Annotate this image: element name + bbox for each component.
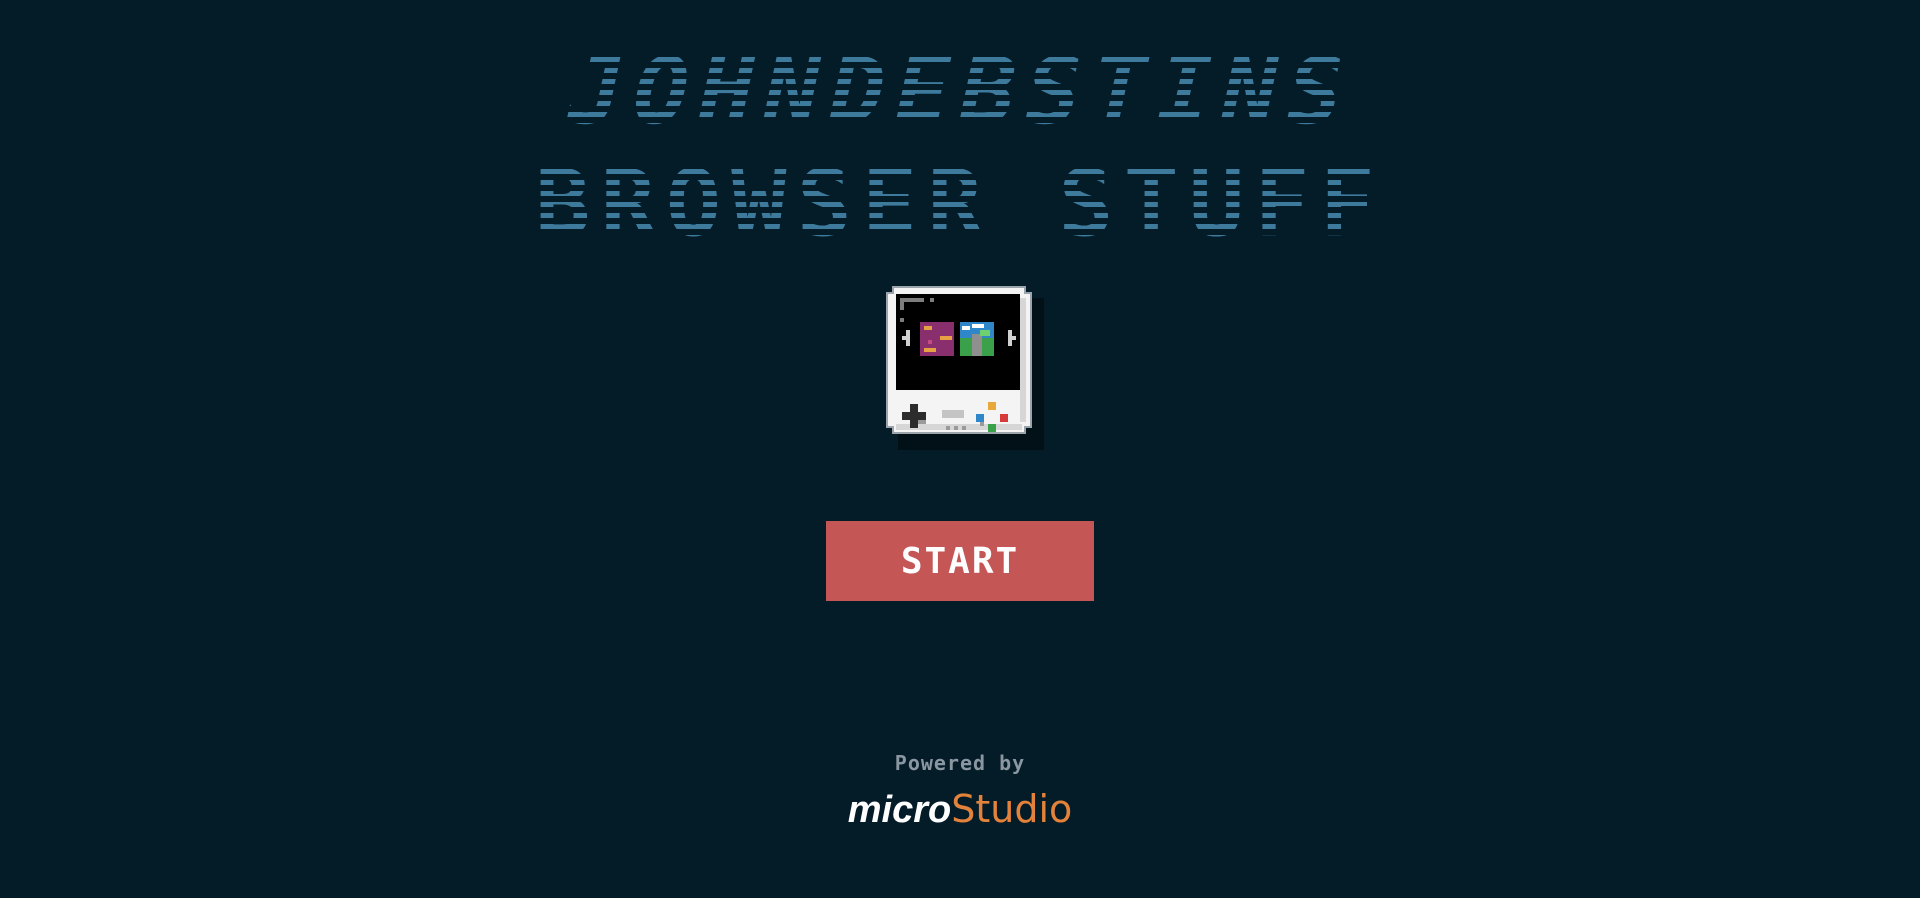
game-title-line-1: JOHNDEBSTINS bbox=[556, 38, 1364, 145]
microstudio-logo[interactable]: microStudio bbox=[0, 786, 1920, 833]
start-button-label: START bbox=[900, 540, 1020, 582]
brand-name-part-2: Studio bbox=[951, 787, 1073, 831]
brand-name-part-1: micro bbox=[847, 789, 952, 831]
start-button[interactable]: START bbox=[826, 521, 1094, 601]
powered-by-text: Powered by bbox=[894, 751, 1026, 775]
game-title-line-2: BROWSER STUFF bbox=[534, 150, 1386, 257]
handheld-console-icon bbox=[886, 286, 1044, 450]
